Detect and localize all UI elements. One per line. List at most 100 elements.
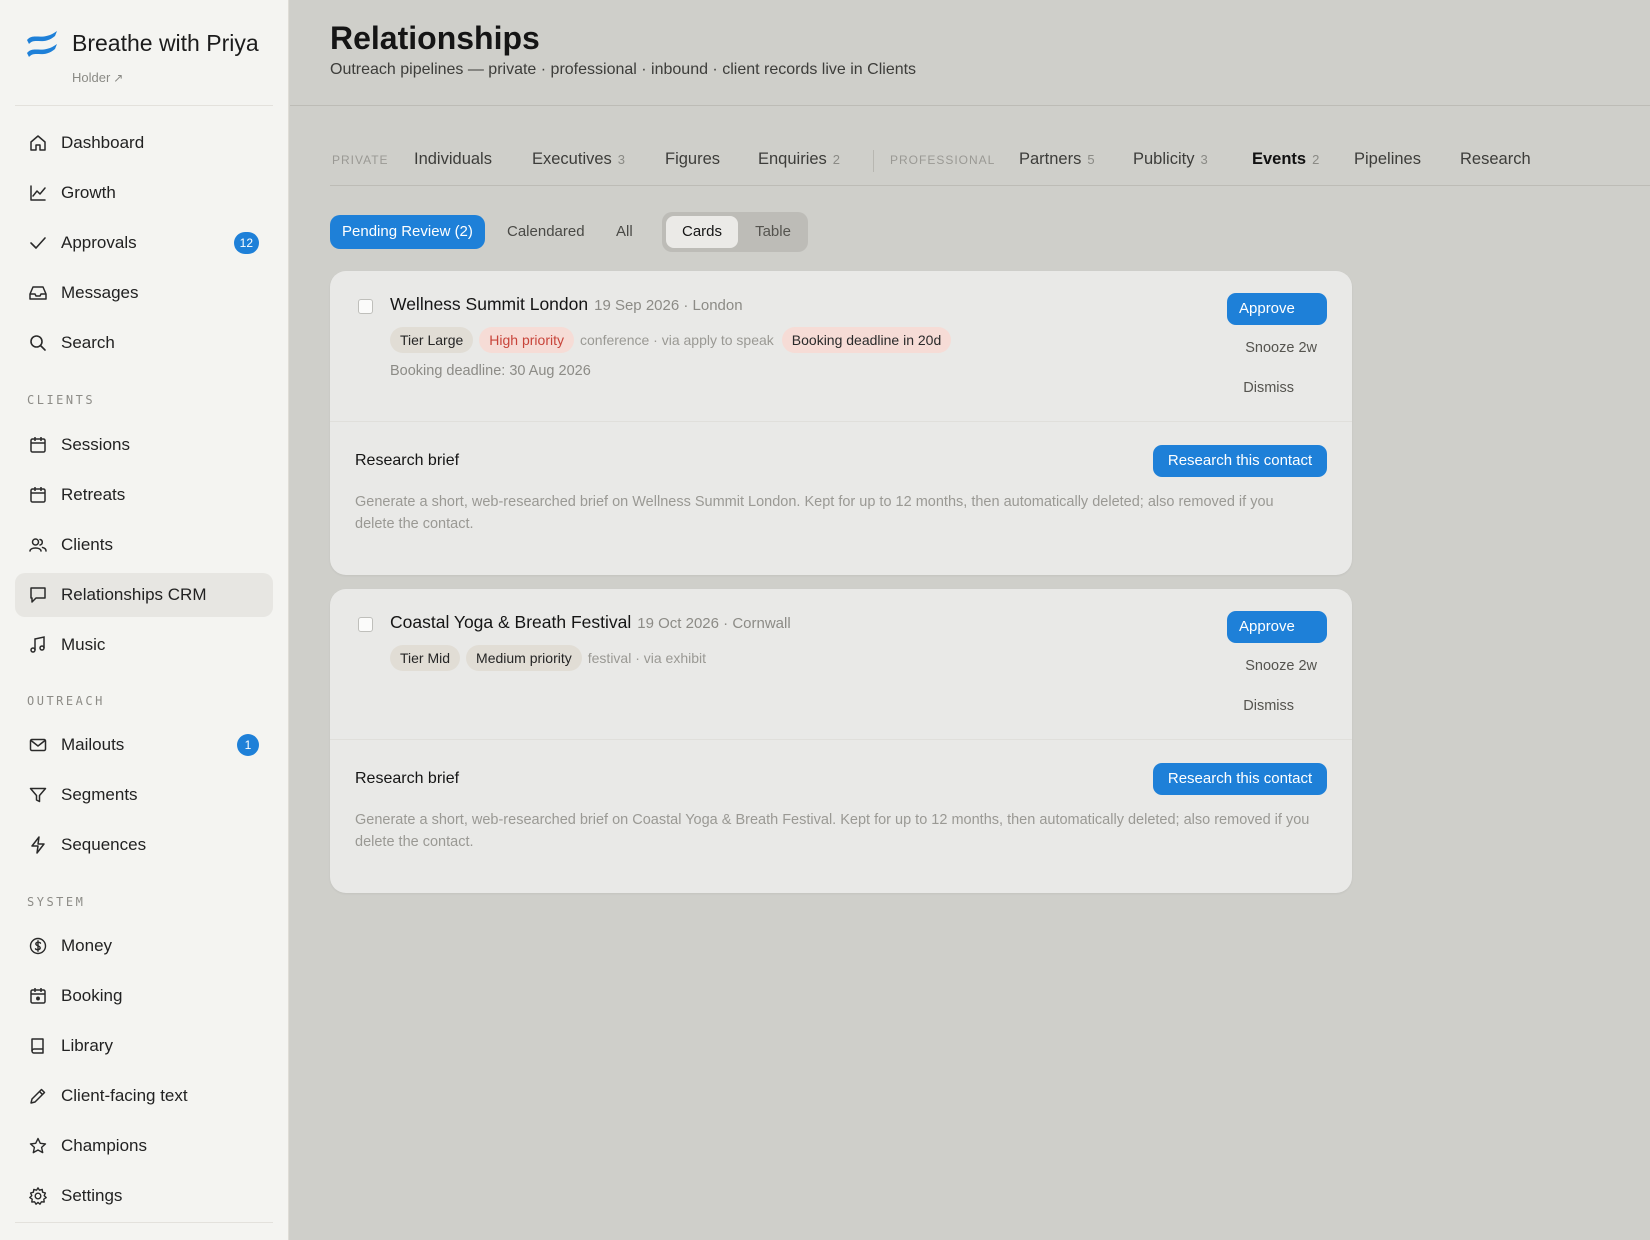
sidebar-item-label: Sequences [61, 835, 147, 854]
tab-figures[interactable]: Figures [665, 150, 720, 169]
sidebar-item-segments[interactable]: Segments [15, 773, 273, 817]
event-kind: conference · via apply to speak [580, 332, 774, 348]
sidebar-divider [15, 105, 273, 106]
tab-research[interactable]: Research [1460, 150, 1531, 169]
dollar-icon [28, 936, 48, 956]
dismiss-button[interactable]: Dismiss [1243, 380, 1294, 396]
sidebar-item-retreats[interactable]: Retreats [15, 473, 273, 517]
sidebar-item-money[interactable]: Money [15, 924, 273, 968]
sidebar-item-clients[interactable]: Clients [15, 523, 273, 567]
event-date-location: 19 Sep 2026 · London [594, 297, 743, 314]
bolt-icon [28, 835, 48, 855]
section-label-clients: CLIENTS [27, 393, 96, 407]
sidebar-item-label: Clients [61, 535, 113, 554]
approve-button[interactable]: Approve [1227, 611, 1327, 643]
filter-pending-review[interactable]: Pending Review (2) [330, 215, 485, 249]
tab-count: 2 [832, 152, 841, 167]
sidebar-item-label: Client-facing text [61, 1086, 188, 1105]
sidebar-item-label: Mailouts [61, 735, 125, 754]
tab-separator [873, 150, 874, 172]
tab-label: Figures [665, 150, 721, 168]
chart-line-icon [28, 183, 48, 203]
event-kind: festival · via exhibit [587, 650, 707, 666]
brand-holder-link[interactable]: Holder ↗ [72, 70, 123, 85]
sidebar-item-music[interactable]: Music [15, 623, 273, 667]
sidebar-item-search[interactable]: Search [15, 321, 273, 365]
research-brief-description: Generate a short, web-researched brief o… [355, 812, 1310, 850]
sidebar-item-approvals[interactable]: Approvals 12 [15, 221, 273, 265]
main-content: Relationships Outreach pipelines — priva… [290, 0, 1650, 1240]
arrow-up-right-icon: ↗ [113, 71, 124, 85]
card-title-row: Wellness Summit London 19 Sep 2026 · Lond… [390, 294, 743, 315]
tab-executives[interactable]: Executives 3 [532, 150, 625, 169]
pencil-icon [28, 1086, 48, 1106]
tab-publicity[interactable]: Publicity 3 [1133, 150, 1208, 169]
card-select-checkbox[interactable] [358, 617, 373, 632]
sidebar-item-sequences[interactable]: Sequences [15, 823, 273, 867]
gear-icon [28, 1186, 48, 1206]
section-label-outreach: OUTREACH [27, 694, 105, 708]
mailouts-count-badge: 1 [237, 734, 259, 756]
tab-partners[interactable]: Partners 5 [1019, 150, 1095, 169]
event-card: Coastal Yoga & Breath Festival 19 Oct 202… [330, 589, 1352, 893]
tab-pipelines[interactable]: Pipelines [1354, 150, 1421, 169]
filter-all[interactable]: All [616, 215, 633, 249]
music-icon [28, 635, 48, 655]
sidebar-item-label: Relationships CRM [61, 585, 207, 604]
sidebar-item-library[interactable]: Library [15, 1024, 273, 1068]
research-contact-button[interactable]: Research this contact [1153, 445, 1327, 477]
card-select-checkbox[interactable] [358, 299, 373, 314]
snooze-button[interactable]: Snooze 2w [1245, 340, 1317, 356]
tab-count: 5 [1087, 152, 1095, 167]
sidebar-item-dashboard[interactable]: Dashboard [15, 121, 273, 165]
sidebar-item-booking[interactable]: Booking [15, 974, 273, 1018]
sidebar-item-sessions[interactable]: Sessions [15, 423, 273, 467]
sidebar-item-client-facing-text[interactable]: Client-facing text [15, 1074, 273, 1118]
tab-label: Research [1460, 150, 1531, 168]
mail-icon [28, 735, 48, 755]
research-brief-description: Generate a short, web-researched brief o… [355, 494, 1274, 532]
calendar-icon [28, 485, 48, 505]
brand-logo-icon [27, 31, 57, 57]
search-icon [28, 333, 48, 353]
approvals-count-badge: 12 [233, 232, 259, 254]
tab-individuals[interactable]: Individuals [414, 150, 492, 169]
brand[interactable]: Breathe with Priya Holder ↗ [24, 26, 274, 90]
tab-events[interactable]: Events 2 [1252, 150, 1319, 169]
tab-group-private: PRIVATE [332, 153, 389, 167]
tab-label: Partners [1019, 150, 1082, 168]
dismiss-button[interactable]: Dismiss [1243, 698, 1294, 714]
tab-enquiries[interactable]: Enquiries 2 [758, 150, 840, 169]
event-date-location: 19 Oct 2026 · Cornwall [637, 615, 791, 632]
sidebar-item-label: Approvals [61, 233, 137, 252]
tab-group-professional: PROFESSIONAL [890, 153, 996, 167]
sidebar-item-label: Library [61, 1036, 113, 1055]
sidebar-item-champions[interactable]: Champions [15, 1124, 273, 1168]
tab-label: Pipelines [1354, 150, 1421, 168]
snooze-button[interactable]: Snooze 2w [1245, 658, 1317, 674]
inbox-icon [28, 283, 48, 303]
users-icon [28, 535, 48, 555]
view-cards-button[interactable]: Cards [666, 216, 738, 248]
sidebar-item-label: Messages [61, 283, 139, 302]
card-tags: Tier Mid Medium priority festival · via … [390, 645, 714, 671]
view-table-button[interactable]: Table [742, 216, 804, 248]
star-icon [28, 1136, 48, 1156]
sidebar-item-label: Dashboard [61, 133, 145, 152]
research-contact-button[interactable]: Research this contact [1153, 763, 1327, 795]
card-tags: Tier Large High priority conference · vi… [390, 327, 957, 353]
filter-calendared[interactable]: Calendared [507, 215, 585, 249]
sidebar-item-relationships-crm[interactable]: Relationships CRM [15, 573, 273, 617]
card-divider [330, 739, 1352, 740]
sidebar-item-label: Booking [61, 986, 123, 1005]
tab-label: Publicity [1133, 150, 1195, 168]
sidebar-item-label: Money [61, 936, 113, 955]
sidebar-item-growth[interactable]: Growth [15, 171, 273, 215]
tab-count: 2 [1312, 152, 1320, 167]
sidebar-item-label: Retreats [61, 485, 126, 504]
sidebar-item-mailouts[interactable]: Mailouts 1 [15, 723, 273, 767]
sidebar-item-settings[interactable]: Settings [15, 1174, 273, 1218]
tab-label: Individuals [414, 150, 492, 168]
sidebar-item-messages[interactable]: Messages [15, 271, 273, 315]
approve-button[interactable]: Approve [1227, 293, 1327, 325]
